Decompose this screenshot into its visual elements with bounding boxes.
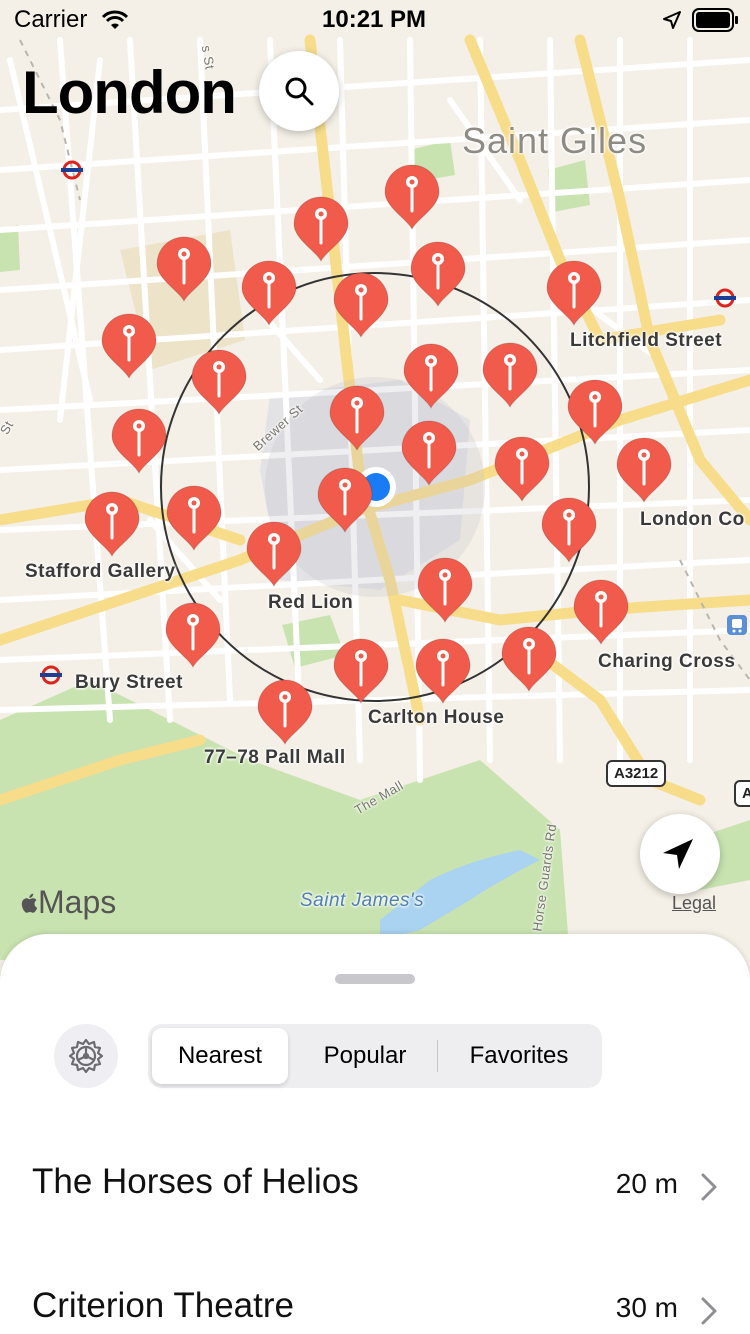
page-title: London [22, 59, 237, 126]
map-label-london-co: London Co [640, 509, 745, 530]
map-pin[interactable] [155, 235, 213, 303]
locate-button[interactable] [640, 814, 720, 894]
map-view[interactable]: Saint Giles Litchfield Street London Co … [0, 0, 750, 960]
legal-link[interactable]: Legal [672, 893, 716, 914]
bottom-sheet[interactable]: Nearest Popular Favorites The Horses of … [0, 934, 750, 1334]
maps-attribution-text: Maps [38, 884, 117, 920]
tube-icon [714, 288, 736, 308]
map-pin[interactable] [402, 342, 460, 410]
map-pin[interactable] [493, 435, 551, 503]
map-label-stafford-gallery: Stafford Gallery [25, 561, 176, 582]
road-shield-a3212: A3212 [606, 760, 667, 787]
chevron-right-icon [701, 1297, 717, 1325]
search-icon [285, 77, 314, 106]
map-pin[interactable] [165, 484, 223, 552]
map-pin[interactable] [500, 625, 558, 693]
map-label-pall-mall: 77–78 Pall Mall [204, 747, 346, 768]
map-pin[interactable] [572, 578, 630, 646]
train-icon [727, 615, 747, 635]
place-distance: 30 m [615, 1292, 678, 1323]
map-pin[interactable] [240, 259, 298, 327]
search-button[interactable] [259, 51, 339, 131]
segmented-control: Nearest Popular Favorites [148, 1024, 602, 1088]
map-label-charing-cross: Charing Cross [598, 651, 736, 672]
map-pin[interactable] [164, 601, 222, 669]
app: Saint Giles Litchfield Street London Co … [0, 0, 750, 1334]
map-pin[interactable] [100, 312, 158, 380]
place-distance: 20 m [615, 1168, 678, 1199]
map-pin[interactable] [414, 637, 472, 705]
map-label-red-lion: Red Lion [268, 592, 354, 613]
chevron-right-icon [701, 1173, 717, 1201]
map-pin[interactable] [328, 384, 386, 452]
map-pin[interactable] [292, 195, 350, 263]
map-label-carlton-house: Carlton House [368, 707, 505, 728]
tube-icon [61, 160, 83, 180]
map-pin[interactable] [400, 419, 458, 487]
carrier-label: Carrier [14, 6, 88, 33]
map-pin[interactable] [256, 678, 314, 746]
status-bar: Carrier 10:21 PM [0, 0, 750, 40]
map-label-bury-street: Bury Street [75, 672, 183, 693]
list-item[interactable]: Criterion Theatre 30 m [0, 1266, 750, 1334]
map-pin[interactable] [545, 259, 603, 327]
tube-icon [40, 665, 62, 685]
map-pin[interactable] [383, 163, 441, 231]
map-pin[interactable] [245, 520, 303, 588]
locate-icon [663, 839, 693, 869]
clock: 10:21 PM [322, 6, 427, 33]
place-name: Criterion Theatre [32, 1286, 294, 1325]
wifi-icon [101, 10, 129, 29]
map-label-saint-jamess: Saint James's [300, 890, 425, 911]
segment-nearest[interactable]: Nearest [152, 1028, 288, 1084]
map-pin[interactable] [190, 348, 248, 416]
maps-attribution: Maps [20, 884, 116, 921]
map-pin[interactable] [416, 556, 474, 624]
map-pin[interactable] [332, 637, 390, 705]
segment-favorites[interactable]: Favorites [440, 1028, 598, 1084]
map-pin[interactable] [332, 271, 390, 339]
list-item[interactable]: The Horses of Helios 20 m [0, 1142, 750, 1252]
settings-button[interactable] [54, 1024, 118, 1088]
apple-icon [20, 885, 38, 913]
map-pin[interactable] [481, 341, 539, 409]
map-label-saint-giles: Saint Giles [462, 120, 648, 161]
segment-divider [437, 1040, 438, 1072]
map-pin[interactable] [110, 407, 168, 475]
place-name: The Horses of Helios [32, 1162, 359, 1201]
segment-popular[interactable]: Popular [294, 1028, 436, 1084]
map-label-litchfield-street: Litchfield Street [570, 330, 723, 351]
map-pin[interactable] [540, 496, 598, 564]
battery-icon [692, 8, 738, 32]
location-arrow-icon [663, 11, 681, 29]
map-pin[interactable] [83, 490, 141, 558]
gear-icon [68, 1038, 104, 1074]
map-pin[interactable] [615, 436, 673, 504]
sheet-grabber[interactable] [335, 974, 415, 984]
map-pin[interactable] [316, 466, 374, 534]
road-shield-a: A [734, 780, 750, 807]
map-pin[interactable] [409, 240, 467, 308]
